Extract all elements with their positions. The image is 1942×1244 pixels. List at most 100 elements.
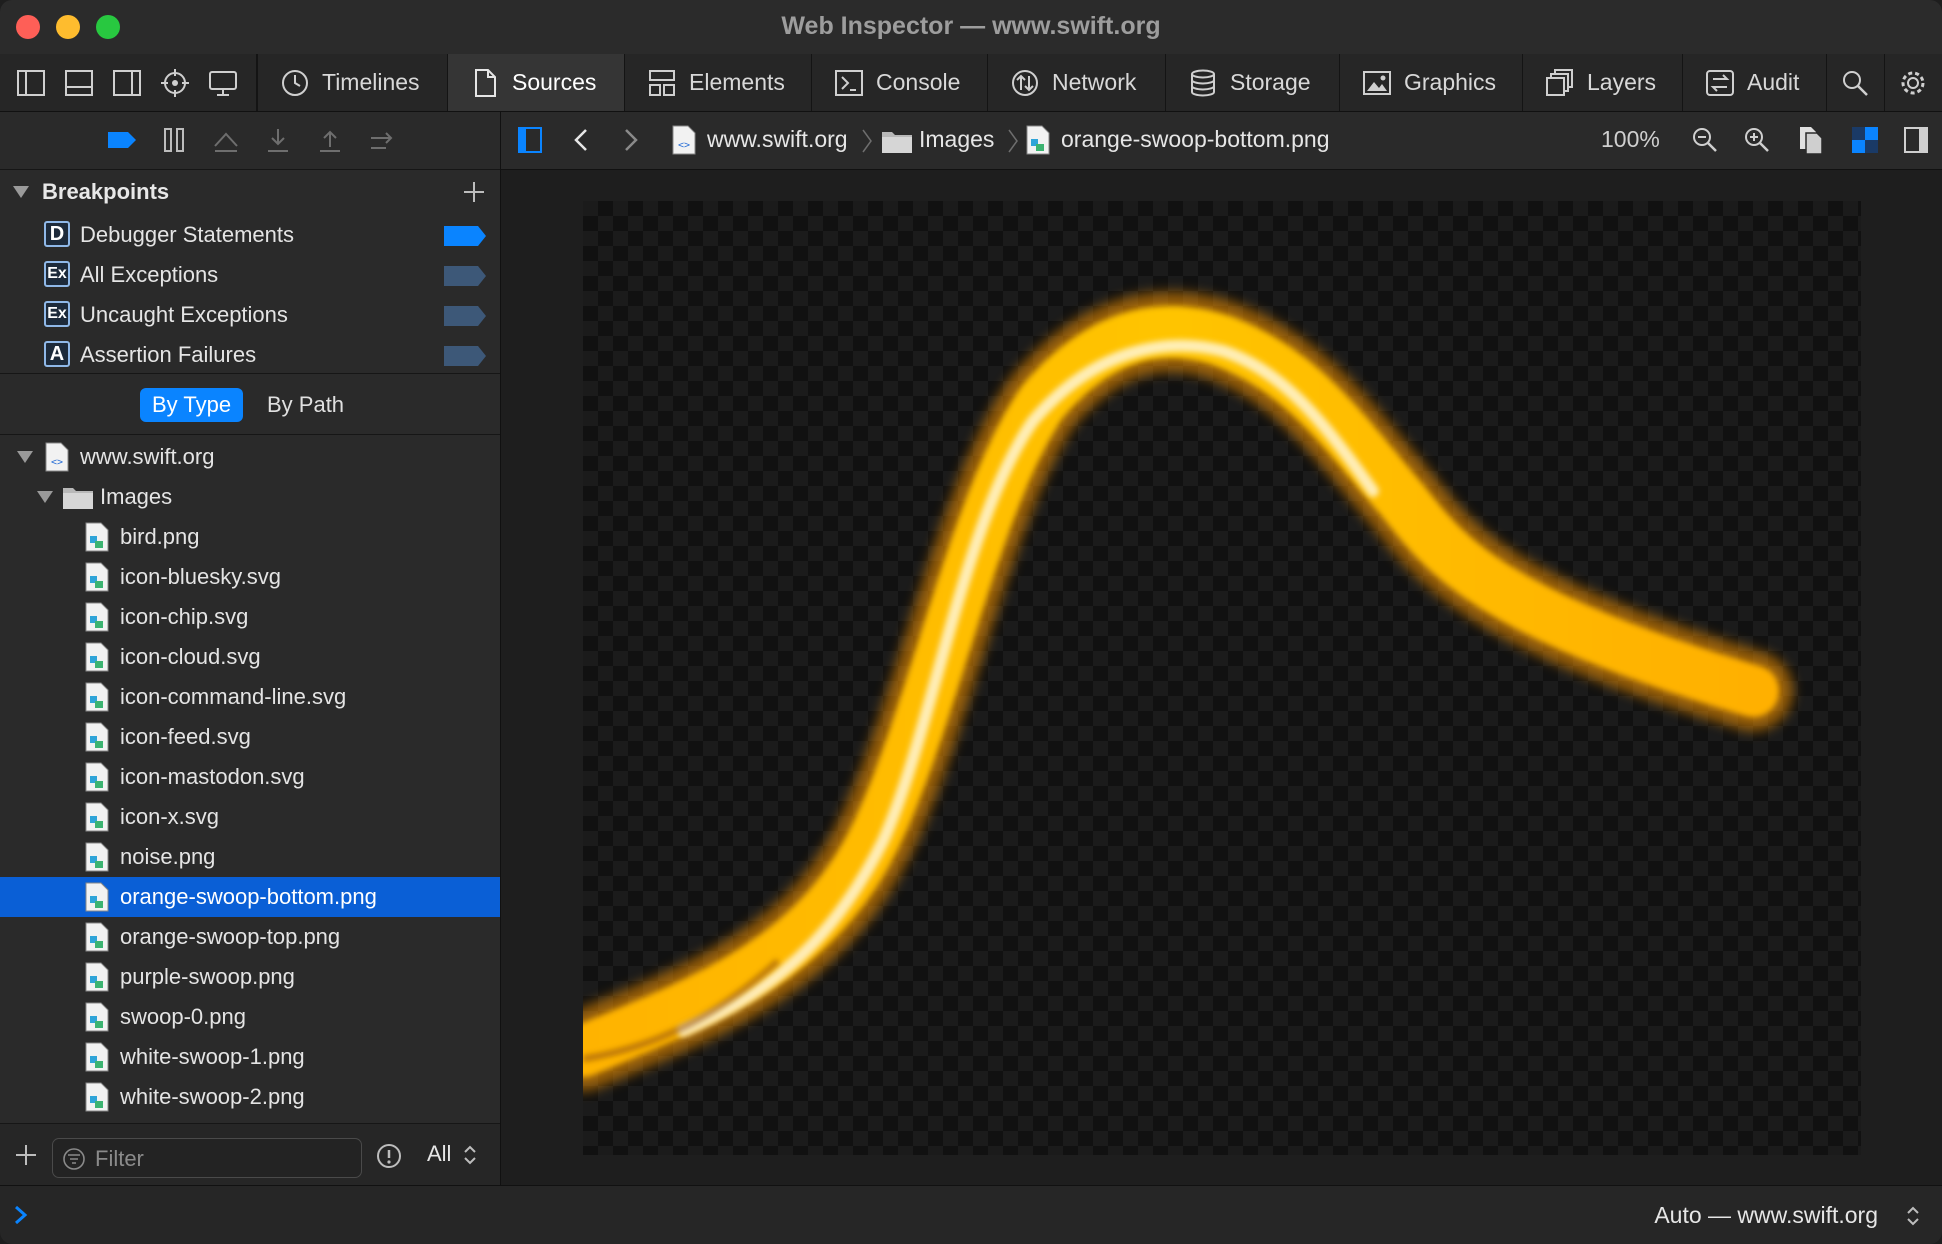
file-tree-item[interactable]: swoop-0.png <box>0 997 500 1037</box>
breakpoints-heading: Breakpoints <box>42 179 170 204</box>
filter-input[interactable] <box>93 1143 357 1175</box>
tab-console[interactable]: Console <box>811 54 987 111</box>
details-sidebar-toggle-icon[interactable] <box>1903 126 1929 154</box>
sidebar-toggle-icon[interactable] <box>517 126 543 154</box>
breakpoint-assertion-failures[interactable]: A Assertion Failures <box>0 335 500 375</box>
breakpoint-flag-icon[interactable] <box>444 266 486 286</box>
divider <box>1884 54 1885 111</box>
pause-icon[interactable] <box>160 126 188 154</box>
breakpoint-flag-icon[interactable] <box>444 226 486 246</box>
dock-bottom-icon[interactable] <box>64 68 94 98</box>
tab-graphics[interactable]: Graphics <box>1339 54 1522 111</box>
chevron-updown-icon[interactable] <box>1906 1204 1920 1228</box>
element-picker-icon[interactable] <box>160 68 190 98</box>
file-label: purple-swoop.png <box>120 964 295 989</box>
content-area: <> www.swift.org Images orange-swoop-bot… <box>501 112 1942 1185</box>
breakpoint-type-badge: Ex <box>44 261 70 287</box>
file-tree-item[interactable]: icon-command-line.svg <box>0 677 500 717</box>
disclosure-triangle-icon[interactable] <box>16 449 34 465</box>
debugger-toolbar <box>0 112 500 170</box>
image-file-icon <box>85 1002 109 1032</box>
file-tree-item[interactable]: icon-bluesky.svg <box>0 557 500 597</box>
file-tree-item[interactable]: white-swoop-1.png <box>0 1037 500 1077</box>
search-icon[interactable] <box>1840 68 1870 98</box>
breakpoints-section-header[interactable]: Breakpoints <box>0 170 500 214</box>
image-file-icon <box>85 562 109 592</box>
warning-filter-icon[interactable] <box>376 1143 402 1169</box>
chevron-updown-icon[interactable] <box>463 1143 477 1167</box>
file-label: icon-command-line.svg <box>120 684 347 709</box>
scope-bar: By Type By Path <box>0 373 500 435</box>
device-settings-icon[interactable] <box>208 68 238 98</box>
tab-label: Timelines <box>322 69 420 95</box>
file-tree-item[interactable]: icon-x.svg <box>0 797 500 837</box>
file-tree-item[interactable]: icon-feed.svg <box>0 717 500 757</box>
image-file-icon <box>85 802 109 832</box>
storage-icon <box>1191 69 1215 96</box>
breakpoint-debugger-statements[interactable]: D Debugger Statements <box>0 215 500 255</box>
disclosure-triangle-icon[interactable] <box>12 184 30 200</box>
scope-by-path-button[interactable]: By Path <box>255 388 356 422</box>
title-bar: Web Inspector — www.swift.org <box>0 0 1942 54</box>
resource-type-select[interactable]: All <box>427 1141 451 1167</box>
step-out-icon[interactable] <box>316 126 344 154</box>
tree-origin-row[interactable]: <> www.swift.org <box>0 437 500 477</box>
image-file-icon <box>85 602 109 632</box>
breakpoints-toggle-icon[interactable] <box>106 126 138 154</box>
navigation-sidebar: Breakpoints D Debugger Statements Ex All… <box>0 112 501 1186</box>
zoom-out-icon[interactable] <box>1691 126 1719 154</box>
tab-network[interactable]: Network <box>987 54 1165 111</box>
image-file-icon <box>85 682 109 712</box>
step-icon[interactable] <box>368 126 396 154</box>
file-tree-item[interactable]: orange-swoop-bottom.png <box>0 877 500 917</box>
image-file-icon <box>85 722 109 752</box>
tab-label: Elements <box>689 69 785 95</box>
back-icon[interactable] <box>573 128 589 152</box>
gear-icon[interactable] <box>1898 68 1928 98</box>
breadcrumb-file[interactable]: orange-swoop-bottom.png <box>1061 126 1330 153</box>
forward-icon[interactable] <box>623 128 639 152</box>
dock-right-icon[interactable] <box>112 68 142 98</box>
tab-storage[interactable]: Storage <box>1165 54 1339 111</box>
breadcrumb-origin[interactable]: www.swift.org <box>707 126 848 153</box>
copy-icon[interactable] <box>1797 125 1825 155</box>
file-tree-item[interactable]: orange-swoop-top.png <box>0 917 500 957</box>
step-over-icon[interactable] <box>212 126 240 154</box>
file-tree-item[interactable]: purple-swoop.png <box>0 957 500 997</box>
tab-timelines[interactable]: Timelines <box>257 54 447 111</box>
filter-field[interactable] <box>52 1138 362 1178</box>
audit-icon <box>1706 69 1734 96</box>
image-file-icon <box>85 762 109 792</box>
web-inspector-window: Web Inspector — www.swift.org Timelines … <box>0 0 1942 1244</box>
breakpoint-all-exceptions[interactable]: Ex All Exceptions <box>0 255 500 295</box>
tab-label: Storage <box>1230 69 1311 95</box>
inspected-target-select[interactable]: Auto — www.swift.org <box>1654 1202 1878 1229</box>
tab-sources[interactable]: Sources <box>447 54 624 111</box>
add-breakpoint-icon[interactable] <box>462 180 486 204</box>
tab-elements[interactable]: Elements <box>624 54 811 111</box>
transparency-grid-icon[interactable] <box>1851 126 1879 154</box>
tab-audit[interactable]: Audit <box>1682 54 1826 111</box>
document-icon: <> <box>45 442 69 472</box>
add-icon[interactable] <box>14 1143 38 1167</box>
zoom-in-icon[interactable] <box>1743 126 1771 154</box>
file-tree-item[interactable]: bird.png <box>0 517 500 557</box>
file-tree-item[interactable]: noise.png <box>0 837 500 877</box>
file-tree-item[interactable]: icon-mastodon.svg <box>0 757 500 797</box>
disclosure-triangle-icon[interactable] <box>36 489 54 505</box>
breakpoint-flag-icon[interactable] <box>444 306 486 326</box>
tab-label: Console <box>876 69 961 95</box>
breakpoint-uncaught-exceptions[interactable]: Ex Uncaught Exceptions <box>0 295 500 335</box>
breadcrumb-folder[interactable]: Images <box>919 126 994 153</box>
dock-left-icon[interactable] <box>16 68 46 98</box>
step-into-icon[interactable] <box>264 126 292 154</box>
file-label: orange-swoop-top.png <box>120 924 341 949</box>
breakpoint-flag-icon[interactable] <box>444 346 486 366</box>
console-prompt-icon[interactable] <box>12 1204 30 1226</box>
file-tree-item[interactable]: icon-cloud.svg <box>0 637 500 677</box>
file-tree-item[interactable]: white-swoop-2.png <box>0 1077 500 1117</box>
tree-folder-row[interactable]: Images <box>0 477 500 517</box>
file-tree-item[interactable]: icon-chip.svg <box>0 597 500 637</box>
tab-layers[interactable]: Layers <box>1522 54 1682 111</box>
scope-by-type-button[interactable]: By Type <box>140 388 244 422</box>
